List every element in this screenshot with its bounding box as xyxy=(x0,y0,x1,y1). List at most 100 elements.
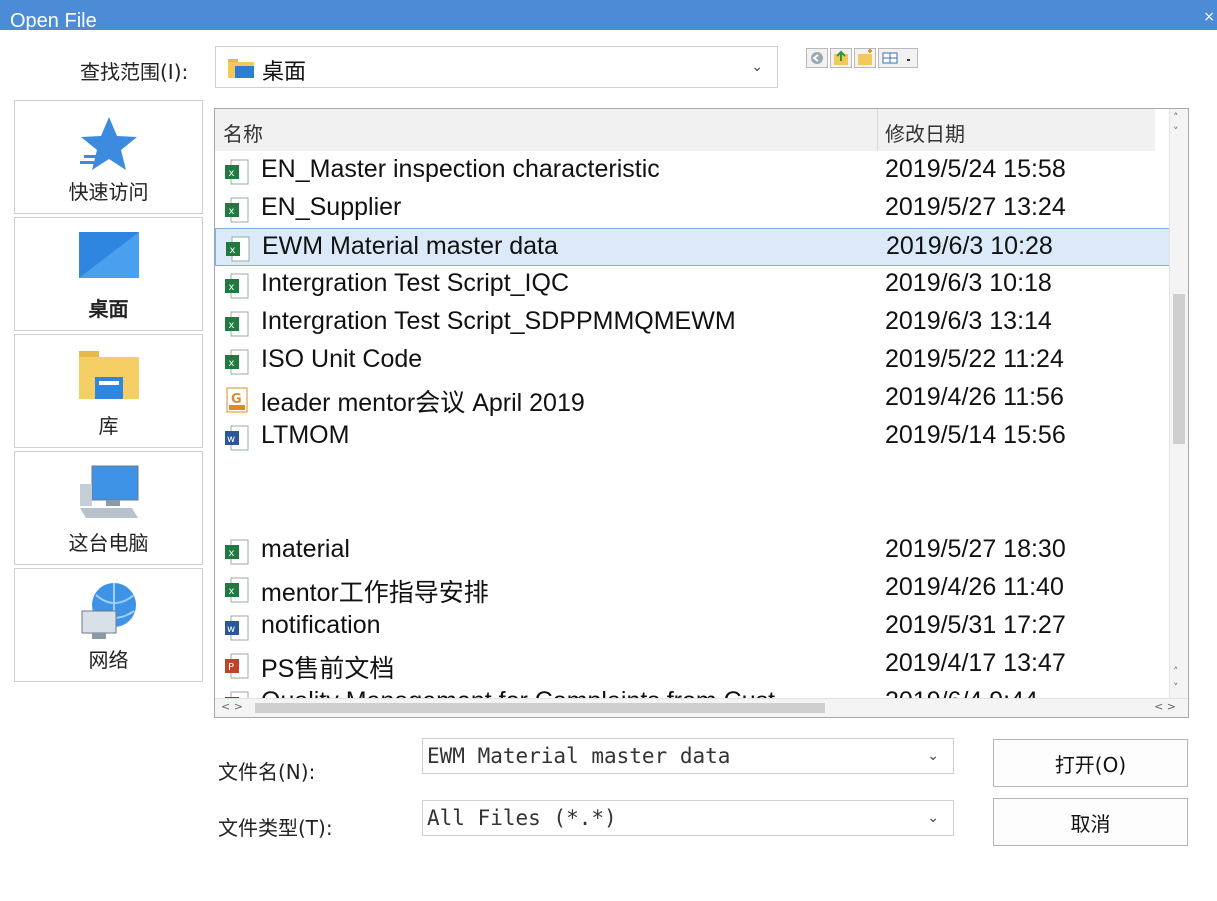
desktop-icon xyxy=(78,232,139,278)
place-label: 快速访问 xyxy=(68,180,149,204)
file-name: PS售前文档 xyxy=(261,655,395,683)
word-file-icon: w xyxy=(225,615,249,641)
place-this-pc[interactable]: 这台电脑 xyxy=(14,451,203,565)
vertical-scrollbar[interactable]: ˄ ˅ ˄ ˅ xyxy=(1169,109,1188,699)
up-folder-button[interactable] xyxy=(830,48,852,68)
network-icon xyxy=(81,583,136,639)
scroll-down-icon[interactable]: ˅ xyxy=(1173,125,1179,138)
excel-file-icon: x xyxy=(225,539,249,565)
place-desktop[interactable]: 桌面 xyxy=(14,217,203,331)
svg-text:w: w xyxy=(227,434,235,445)
svg-text:x: x xyxy=(229,548,235,559)
file-row[interactable]: x mentor工作指导安排 2019/4/26 11:40 xyxy=(215,570,1171,608)
filename-input[interactable]: EWM Material master data ⌄ xyxy=(422,738,954,774)
svg-text:x: x xyxy=(229,282,235,293)
filetype-dropdown[interactable]: All Files (*.*) ⌄ xyxy=(422,800,954,836)
file-row[interactable]: w notification 2019/5/31 17:27 xyxy=(215,608,1171,646)
title-bar: Open File × xyxy=(0,0,1217,30)
file-name: leader mentor会议 April 2019 xyxy=(261,389,585,417)
file-name: LTMOM xyxy=(261,421,350,449)
excel-file-icon: x xyxy=(225,273,249,299)
scroll-left-icon[interactable]: < > xyxy=(221,700,243,713)
file-row[interactable]: x EN_Supplier 2019/5/27 13:24 xyxy=(215,190,1171,228)
word-file-icon: w xyxy=(225,425,249,451)
scroll-up-icon[interactable]: ˄ xyxy=(1173,111,1179,124)
look-in-dropdown[interactable]: 桌面 ⌄ xyxy=(215,46,778,88)
place-quick-access[interactable]: 快速访问 xyxy=(14,100,203,214)
place-label: 网络 xyxy=(88,648,129,672)
file-date: 2019/6/3 10:18 xyxy=(885,269,1052,297)
file-date: 2019/5/14 15:56 xyxy=(885,421,1066,449)
scroll-down-icon[interactable]: ˅ xyxy=(1173,681,1179,694)
library-icon xyxy=(78,351,139,399)
file-date: 2019/6/3 13:14 xyxy=(885,307,1052,335)
window-title: Open File xyxy=(10,10,97,30)
place-network[interactable]: 网络 xyxy=(14,568,203,682)
svg-text:x: x xyxy=(229,320,235,331)
pdf-file-icon: G xyxy=(226,387,248,413)
file-date: 2019/5/24 15:58 xyxy=(885,155,1066,183)
file-name: mentor工作指导安排 xyxy=(261,579,489,607)
excel-file-icon: x xyxy=(226,236,250,262)
toolbar xyxy=(806,48,918,72)
ppt-file-icon: P xyxy=(225,653,249,679)
place-library[interactable]: 库 xyxy=(14,334,203,448)
chevron-down-icon[interactable]: ⌄ xyxy=(927,748,939,764)
place-label: 库 xyxy=(98,414,119,438)
file-name: ISO Unit Code xyxy=(261,345,423,373)
file-date: 2019/5/27 18:30 xyxy=(885,535,1066,563)
new-folder-button[interactable] xyxy=(854,48,876,68)
file-date: 2019/5/27 13:24 xyxy=(885,193,1066,221)
file-row[interactable]: G leader mentor会议 April 2019 2019/4/26 1… xyxy=(215,380,1171,418)
cancel-button[interactable]: 取消 xyxy=(993,798,1188,846)
look-in-value: 桌面 xyxy=(262,60,307,85)
filetype-label: 文件类型(T): xyxy=(218,816,333,840)
excel-file-icon: x xyxy=(225,577,249,603)
place-label: 这台电脑 xyxy=(68,531,149,555)
chevron-down-icon[interactable]: ⌄ xyxy=(927,810,939,826)
file-row-selected[interactable]: x EWM Material master data 2019/6/3 10:2… xyxy=(215,228,1171,266)
scroll-right-icon[interactable]: < > xyxy=(1154,700,1176,713)
scrollbar-thumb[interactable] xyxy=(1173,294,1185,444)
file-row[interactable]: w LTMOM 2019/5/14 15:56 xyxy=(215,418,1171,456)
list-header: 名称 修改日期 xyxy=(215,109,1155,151)
file-date: 2019/4/17 13:47 xyxy=(885,649,1066,677)
computer-icon xyxy=(79,465,138,518)
svg-text:w: w xyxy=(227,624,235,635)
filename-value: EWM Material master data xyxy=(427,744,731,768)
up-folder-icon xyxy=(834,50,848,65)
file-row[interactable]: x material 2019/5/27 18:30 xyxy=(215,532,1171,570)
place-label: 桌面 xyxy=(88,297,129,321)
column-header-name[interactable]: 名称 xyxy=(223,118,263,147)
scroll-up-icon[interactable]: ˄ xyxy=(1173,665,1179,678)
file-date: 2019/5/22 11:24 xyxy=(885,345,1064,373)
new-folder-icon xyxy=(858,49,872,65)
file-row[interactable]: x Intergration Test Script_SDPPMMQMEWM 2… xyxy=(215,304,1171,342)
view-menu-button[interactable] xyxy=(878,48,918,68)
back-icon xyxy=(811,52,823,64)
scrollbar-thumb[interactable] xyxy=(255,703,825,713)
svg-text:x: x xyxy=(229,206,235,217)
file-date: 2019/4/26 11:56 xyxy=(885,383,1064,411)
view-grid-icon xyxy=(882,52,910,64)
svg-text:x: x xyxy=(229,586,235,597)
look-in-label: 查找范围(I): xyxy=(80,60,189,84)
file-name: material xyxy=(261,535,350,563)
excel-file-icon: x xyxy=(225,197,249,223)
close-icon[interactable]: × xyxy=(1203,9,1215,25)
column-separator[interactable] xyxy=(877,109,878,151)
file-row[interactable]: x EN_Master inspection characteristic 20… xyxy=(215,152,1171,190)
back-button[interactable] xyxy=(806,48,828,68)
file-date: 2019/6/3 10:28 xyxy=(886,232,1053,260)
svg-text:x: x xyxy=(229,358,235,369)
file-list[interactable]: 名称 修改日期 x EN_Master inspection character… xyxy=(214,108,1189,718)
file-name: notification xyxy=(261,611,381,639)
file-row[interactable]: x ISO Unit Code 2019/5/22 11:24 xyxy=(215,342,1171,380)
open-button[interactable]: 打开(O) xyxy=(993,739,1188,787)
file-date: 2019/4/26 11:40 xyxy=(885,573,1064,601)
file-row[interactable]: P PS售前文档 2019/4/17 13:47 xyxy=(215,646,1171,684)
column-header-date[interactable]: 修改日期 xyxy=(885,118,965,147)
horizontal-scrollbar[interactable]: < > < > xyxy=(215,698,1188,717)
file-row[interactable]: x Intergration Test Script_IQC 2019/6/3 … xyxy=(215,266,1171,304)
filename-label: 文件名(N): xyxy=(218,760,316,784)
